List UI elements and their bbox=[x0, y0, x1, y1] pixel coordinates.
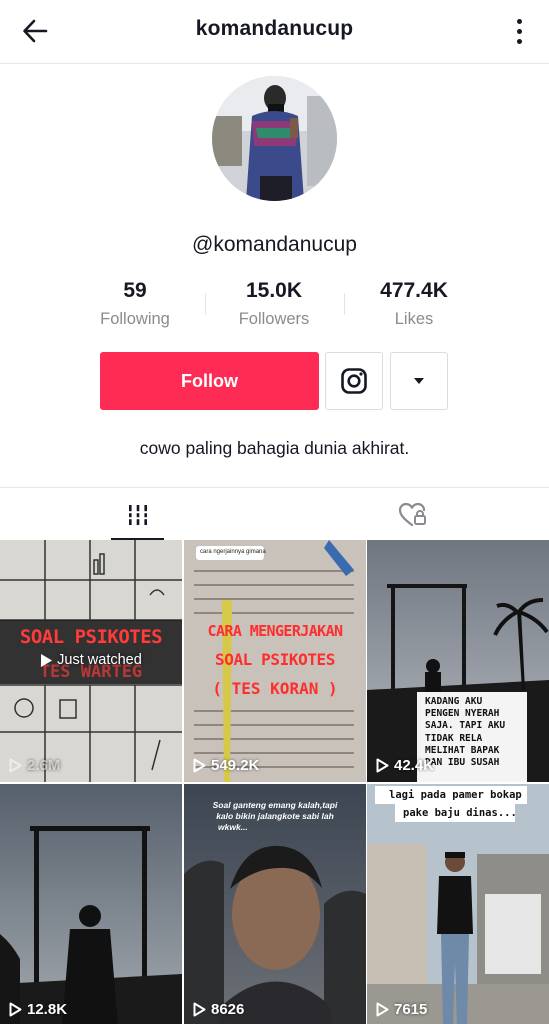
stat-likes: 477.4K Likes bbox=[344, 279, 484, 329]
view-count-text: 12.8K bbox=[27, 1001, 68, 1018]
video-caption: SOAL PSIKOTES bbox=[19, 626, 163, 648]
play-outline-icon bbox=[193, 1002, 206, 1017]
caret-down-icon bbox=[414, 378, 424, 384]
video-thumbnail-image bbox=[367, 784, 549, 1024]
vertical-dots-icon bbox=[516, 18, 522, 24]
video-thumbnail[interactable]: lagi pada pamer bokap pake baju dinas...… bbox=[367, 784, 549, 1024]
play-outline-icon bbox=[9, 1002, 22, 1017]
likes-label: Likes bbox=[394, 310, 434, 328]
view-count: 42.4K bbox=[376, 757, 434, 774]
video-thumbnail[interactable]: cara ngerjainnya gimana CARA MENGERJAKAN… bbox=[184, 540, 366, 782]
more-options-button[interactable] bbox=[511, 14, 527, 48]
avatar-photo bbox=[212, 76, 337, 201]
just-watched-text: Just watched bbox=[57, 652, 142, 668]
view-count: 2.6M bbox=[9, 757, 60, 774]
video-caption: CARA MENGERJAKAN bbox=[207, 622, 344, 640]
profile-bio: cowo paling bahagia dunia akhirat. bbox=[139, 438, 410, 458]
instagram-button[interactable] bbox=[325, 352, 383, 410]
play-outline-icon bbox=[376, 758, 389, 773]
view-count: 549.2K bbox=[193, 757, 259, 774]
videos-grid-icon bbox=[126, 504, 149, 525]
page-title: komandanucup bbox=[195, 17, 354, 40]
stat-followers[interactable]: 15.0K Followers bbox=[204, 279, 344, 329]
play-outline-icon bbox=[376, 1002, 389, 1017]
view-count: 8626 bbox=[193, 1001, 244, 1018]
likes-count: 477.4K bbox=[380, 279, 448, 302]
followers-label: Followers bbox=[238, 310, 310, 328]
video-thumbnail-image bbox=[0, 784, 182, 1024]
suggested-accounts-dropdown-button[interactable] bbox=[390, 352, 448, 410]
stat-following[interactable]: 59 Following bbox=[65, 279, 205, 329]
view-count-text: 2.6M bbox=[27, 757, 61, 774]
video-thumbnail[interactable]: KADANG AKU PENGEN NYERAH SAJA. TAPI AKU … bbox=[367, 540, 549, 782]
video-thumbnail[interactable]: SOAL PSIKOTES TES WARTEG Just watched 2.… bbox=[0, 540, 182, 782]
video-caption: lagi pada pamer bokap bbox=[389, 789, 522, 801]
play-outline-icon bbox=[9, 758, 22, 773]
view-count-text: 8626 bbox=[211, 1001, 245, 1018]
video-thumbnail[interactable]: 12.8K bbox=[0, 784, 182, 1024]
play-outline-icon bbox=[193, 758, 206, 773]
view-count-text: 42.4K bbox=[394, 757, 435, 774]
view-count-text: 7615 bbox=[394, 1001, 428, 1018]
video-caption: Soal ganteng emang kalah,tapi kalo bikin… bbox=[212, 800, 338, 832]
top-bar: komandanucup bbox=[0, 0, 549, 64]
tab-liked[interactable] bbox=[386, 488, 439, 541]
video-caption: KADANG AKU PENGEN NYERAH SAJA. TAPI AKU … bbox=[425, 696, 506, 769]
instagram-icon bbox=[341, 368, 367, 394]
following-count: 59 bbox=[123, 279, 147, 302]
play-icon bbox=[41, 653, 53, 667]
video-caption: pake baju dinas... bbox=[403, 807, 517, 819]
view-count: 12.8K bbox=[9, 1001, 67, 1018]
view-count-text: 549.2K bbox=[211, 757, 260, 774]
following-label: Following bbox=[100, 310, 170, 328]
follow-button[interactable]: Follow bbox=[100, 352, 319, 410]
avatar[interactable] bbox=[212, 76, 337, 201]
video-thumbnail[interactable]: Soal ganteng emang kalah,tapi kalo bikin… bbox=[184, 784, 366, 1024]
video-caption: ( TES KORAN ) bbox=[212, 679, 338, 698]
followers-count: 15.0K bbox=[245, 279, 303, 302]
just-watched-label: Just watched bbox=[0, 652, 182, 668]
video-grid: SOAL PSIKOTES TES WARTEG Just watched 2.… bbox=[0, 540, 549, 1024]
video-caption: SOAL PSIKOTES bbox=[214, 650, 336, 669]
profile-handle: @komandanucup bbox=[192, 233, 357, 256]
liked-heart-icon bbox=[398, 502, 426, 526]
stats-row: 59 Following 15.0K Followers 477.4K Like… bbox=[0, 279, 549, 335]
view-count: 7615 bbox=[376, 1001, 427, 1018]
tab-videos[interactable] bbox=[111, 488, 164, 541]
profile-tabs bbox=[0, 487, 549, 540]
reply-tag: cara ngerjainnya gimana bbox=[200, 549, 266, 555]
